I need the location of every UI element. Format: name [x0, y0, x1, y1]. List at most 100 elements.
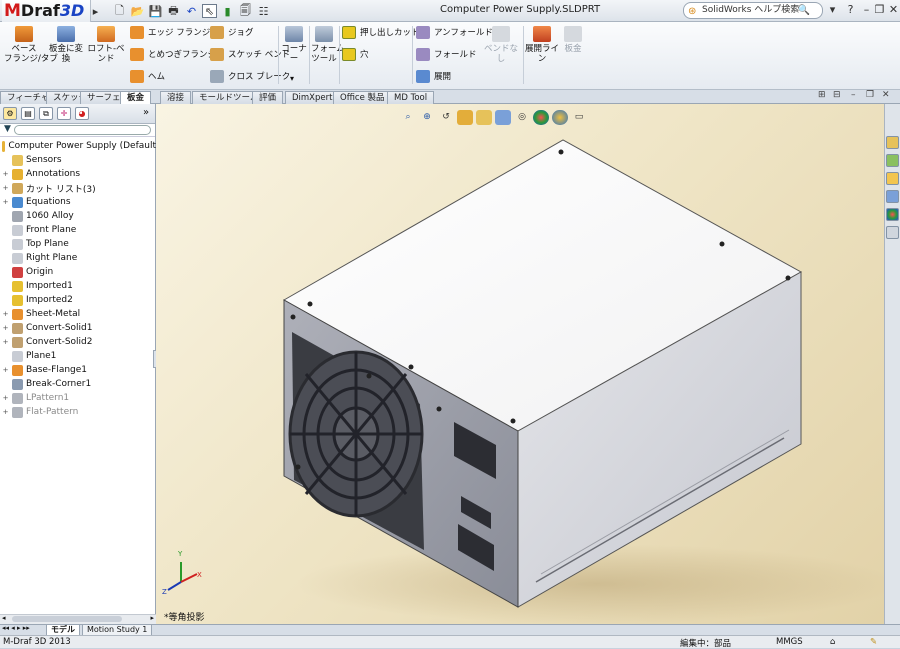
- options-icon[interactable]: ☷: [256, 4, 271, 18]
- tree-item[interactable]: Imported2: [0, 293, 156, 307]
- tree-item[interactable]: 1060 Alloy: [0, 209, 156, 223]
- help-search-box[interactable]: ⊛ SolidWorks ヘルプ検索 🔍: [683, 2, 823, 19]
- tree-expand-icon[interactable]: +: [2, 338, 9, 346]
- tree-expand-icon[interactable]: +: [2, 184, 9, 192]
- tree-item[interactable]: + Flat-Pattern: [0, 405, 156, 419]
- tree-expand-icon[interactable]: +: [2, 408, 9, 416]
- corner-dropdown-icon[interactable]: ▾: [290, 74, 294, 83]
- tab-evaluate[interactable]: 評価: [252, 91, 284, 104]
- tab-dimxpert[interactable]: DimXpert: [285, 91, 340, 104]
- view-orientation-icon[interactable]: [476, 110, 492, 125]
- view-settings-icon[interactable]: ▭: [571, 110, 587, 125]
- hem-button[interactable]: ヘム: [130, 68, 165, 84]
- menu-arrow-icon[interactable]: ▸: [88, 4, 103, 18]
- tree-item[interactable]: + Convert-Solid1: [0, 321, 156, 335]
- window-cascade-icon[interactable]: ⊟: [833, 90, 841, 100]
- tree-item[interactable]: + カット リスト(3): [0, 181, 156, 195]
- tree-expand-icon[interactable]: +: [2, 310, 9, 318]
- help-dropdown-icon[interactable]: ▾: [825, 3, 840, 18]
- tree-item[interactable]: + Equations: [0, 195, 156, 209]
- fold-button[interactable]: フォールド: [416, 46, 477, 62]
- scroll-thumb[interactable]: [12, 616, 122, 622]
- tree-item[interactable]: Origin: [0, 265, 156, 279]
- search-icon[interactable]: 🔍: [798, 3, 810, 18]
- hide-show-items-icon[interactable]: ◎: [514, 110, 530, 125]
- filter-input[interactable]: [14, 125, 151, 135]
- extruded-cut-button[interactable]: 押し出しカット: [342, 24, 420, 40]
- apply-scene-icon[interactable]: [552, 110, 568, 125]
- miter-flange-button[interactable]: とめつぎフランジ: [130, 46, 216, 62]
- app-logo[interactable]: MDraf3D: [2, 0, 92, 22]
- tree-item[interactable]: Top Plane: [0, 237, 156, 251]
- open-folder-icon[interactable]: 📂: [130, 4, 145, 18]
- tree-item[interactable]: Imported1: [0, 279, 156, 293]
- print-icon[interactable]: 🖶: [166, 4, 181, 18]
- tree-item[interactable]: + Sheet-Metal: [0, 307, 156, 321]
- display-manager-tab-icon[interactable]: ◕: [75, 107, 89, 120]
- tree-item[interactable]: + Convert-Solid2: [0, 335, 156, 349]
- dimxpert-manager-tab-icon[interactable]: ✛: [57, 107, 71, 120]
- display-style-icon[interactable]: [495, 110, 511, 125]
- graphics-viewport[interactable]: Y X Z *等角投影: [156, 104, 884, 624]
- no-bends-button[interactable]: ベンドなし: [482, 26, 520, 64]
- tab-sheet-metal[interactable]: 板金: [120, 91, 152, 105]
- property-manager-tab-icon[interactable]: ▤: [21, 107, 35, 120]
- tree-expand-icon[interactable]: +: [2, 366, 9, 374]
- tree-expand-icon[interactable]: +: [2, 170, 9, 178]
- zoom-to-area-icon[interactable]: ⊕: [419, 110, 435, 125]
- flatten-line-button[interactable]: 展開ライン: [525, 26, 559, 64]
- scroll-left-icon[interactable]: ◂: [2, 614, 6, 622]
- rebuild-status-icon[interactable]: ✎: [870, 637, 877, 647]
- unit-system[interactable]: MMGS: [776, 637, 803, 647]
- corner-button[interactable]: コーナー: [281, 26, 307, 64]
- tree-item[interactable]: Plane1: [0, 349, 156, 363]
- close-icon[interactable]: ✕: [886, 3, 900, 18]
- jog-button[interactable]: ジョグ: [210, 24, 254, 40]
- tree-item[interactable]: Sensors: [0, 153, 156, 167]
- solidworks-resources-icon[interactable]: [886, 136, 899, 149]
- section-view-icon[interactable]: [457, 110, 473, 125]
- edit-appearance-icon[interactable]: [533, 110, 549, 125]
- save-icon[interactable]: 💾: [148, 4, 163, 18]
- tab-weldments[interactable]: 溶接: [160, 91, 192, 104]
- view-palette-icon[interactable]: [886, 190, 899, 203]
- tree-root[interactable]: Computer Power Supply (Default: [0, 139, 156, 153]
- doc-restore-icon[interactable]: ❐: [866, 90, 874, 100]
- feature-manager-tab-icon[interactable]: ⚙: [3, 107, 17, 120]
- new-document-icon[interactable]: 🗋: [112, 4, 127, 18]
- tree-item[interactable]: + Annotations: [0, 167, 156, 181]
- forming-tool-button[interactable]: フォーム ツール: [311, 26, 345, 64]
- traffic-light-icon[interactable]: ▮: [220, 4, 235, 18]
- loft-bend-button[interactable]: ロフト-ベンド: [86, 26, 126, 64]
- tree-expand-icon[interactable]: +: [2, 324, 9, 332]
- file-explorer-icon[interactable]: [886, 172, 899, 185]
- expand-panel-icon[interactable]: »: [143, 107, 149, 118]
- configuration-manager-tab-icon[interactable]: ⧉: [39, 107, 53, 120]
- sheet-metal-button[interactable]: 板金: [561, 26, 585, 54]
- appearances-icon[interactable]: [886, 208, 899, 221]
- hole-button[interactable]: 穴: [342, 46, 369, 62]
- tree-item[interactable]: + Base-Flange1: [0, 363, 156, 377]
- edge-flange-button[interactable]: エッジ フランジ: [130, 24, 210, 40]
- design-library-icon[interactable]: [886, 154, 899, 167]
- flatten-button[interactable]: 展開: [416, 68, 451, 84]
- scroll-right-icon[interactable]: ▸: [150, 614, 154, 622]
- tooltip-toggle-icon[interactable]: ⌂: [830, 637, 835, 647]
- file-properties-icon[interactable]: 🗐: [238, 4, 253, 18]
- doc-minimize-icon[interactable]: –: [851, 90, 856, 100]
- zoom-to-fit-icon[interactable]: ⌕: [400, 110, 416, 125]
- undo-icon[interactable]: ↶: [184, 4, 199, 18]
- tree-item[interactable]: + LPattern1: [0, 391, 156, 405]
- tree-item[interactable]: Break-Corner1: [0, 377, 156, 391]
- window-tile-icon[interactable]: ⊞: [818, 90, 826, 100]
- tree-expand-icon[interactable]: +: [2, 198, 9, 206]
- panel-horizontal-scrollbar[interactable]: ◂ ▸: [0, 614, 156, 624]
- doc-close-icon[interactable]: ✕: [882, 90, 890, 100]
- previous-view-icon[interactable]: ↺: [438, 110, 454, 125]
- select-cursor-icon[interactable]: ⇖: [202, 4, 217, 18]
- convert-sheetmetal-button[interactable]: 板金に変 換: [46, 26, 86, 64]
- base-flange-button[interactable]: ベース フランジ/タブ: [4, 26, 58, 64]
- tab-office-products[interactable]: Office 製品: [333, 91, 392, 104]
- tab-md-tool[interactable]: MD Tool: [387, 91, 435, 104]
- help-icon[interactable]: ?: [843, 3, 858, 18]
